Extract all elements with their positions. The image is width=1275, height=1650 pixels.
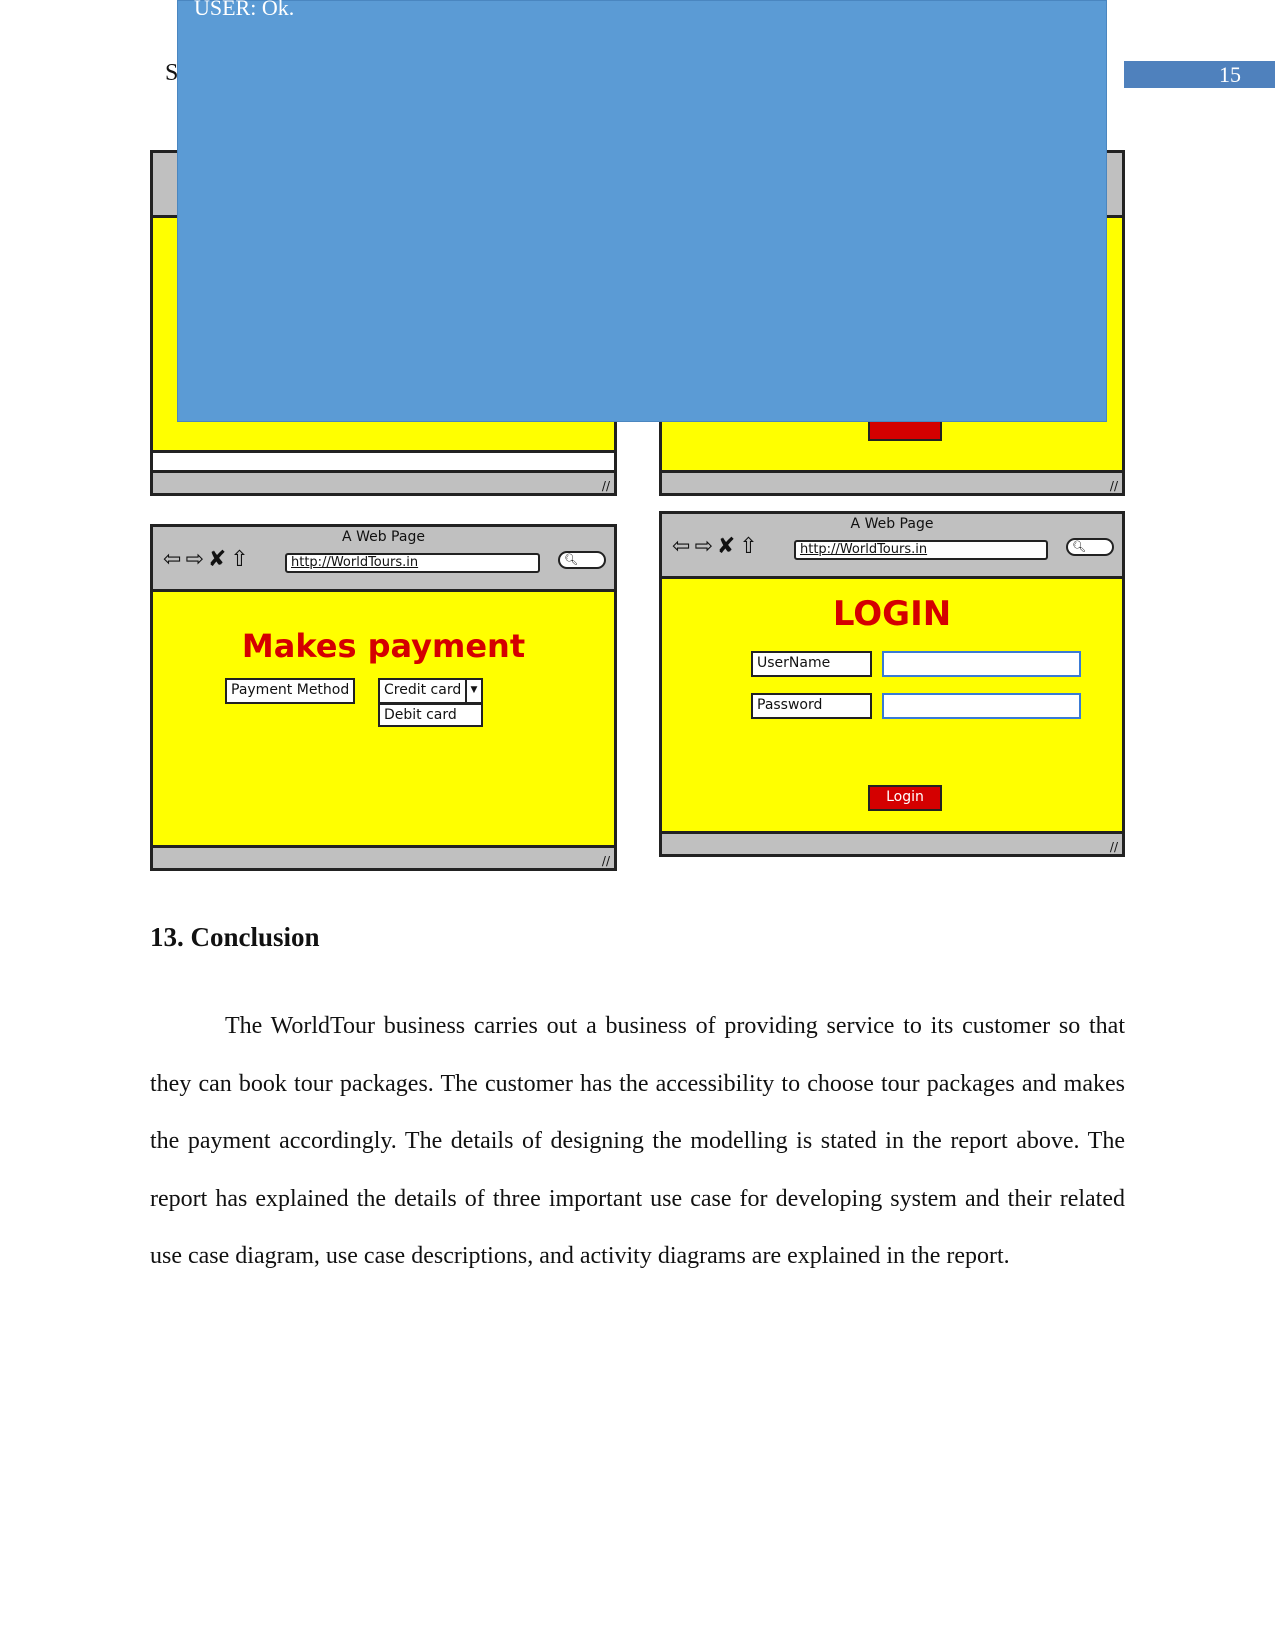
username-input: [882, 651, 1081, 677]
close-icon: ✘: [207, 547, 231, 572]
forward-arrow-icon: ⇨: [185, 547, 208, 572]
resize-grip-icon: //: [601, 854, 610, 868]
resize-grip-icon: //: [1109, 840, 1118, 854]
username-label: UserName: [751, 651, 872, 677]
url-field: http://WorldTours.in: [794, 540, 1048, 560]
browser-bar: A Web Page ⇦⇨✘⇧ http://WorldTours.in 🔍︎: [662, 514, 1122, 579]
search-icon: 🔍︎: [1066, 538, 1114, 556]
resize-grip-icon: //: [1109, 479, 1118, 493]
overlay-text: USER: Ok.: [194, 0, 295, 20]
resize-grip-icon: //: [601, 479, 610, 493]
payment-method-label: Payment Method: [225, 678, 355, 704]
home-icon: ⇧: [230, 547, 253, 572]
nav-icons: ⇦⇨✘⇧: [672, 534, 762, 559]
home-icon: ⇧: [739, 534, 762, 559]
status-bar: //: [662, 470, 1122, 493]
wireframe-payment: A Web Page ⇦⇨✘⇧ http://WorldTours.in 🔍︎ …: [150, 524, 617, 871]
back-arrow-icon: ⇦: [672, 534, 695, 559]
dropdown-option-credit: Credit card: [384, 682, 462, 698]
wireframe-login: A Web Page ⇦⇨✘⇧ http://WorldTours.in 🔍︎ …: [659, 511, 1125, 857]
window-title: A Web Page: [850, 516, 934, 532]
page-number: 15: [1124, 61, 1275, 88]
password-label: Password: [751, 693, 872, 719]
overlay-panel: USER: Ok.: [177, 0, 1107, 422]
url-field: http://WorldTours.in: [285, 553, 540, 573]
status-bar: //: [153, 845, 614, 868]
dropdown-option-debit: Debit card: [378, 703, 483, 727]
window-title: A Web Page: [342, 529, 425, 545]
status-bar: //: [153, 470, 614, 493]
section-heading: 13. Conclusion: [150, 922, 320, 952]
login-heading: LOGIN: [832, 594, 952, 634]
browser-bar: A Web Page ⇦⇨✘⇧ http://WorldTours.in 🔍︎: [153, 527, 614, 592]
payment-dropdown: Credit card ▼: [378, 678, 483, 704]
payment-heading: Makes payment: [241, 627, 526, 665]
status-bar: //: [662, 831, 1122, 854]
search-icon: 🔍︎: [558, 551, 606, 569]
forward-arrow-icon: ⇨: [694, 534, 717, 559]
document-page: S 15 // // A Web Page ⇦⇨✘⇧ http://WorldT…: [0, 0, 1275, 1650]
close-icon: ✘: [716, 534, 740, 559]
back-arrow-icon: ⇦: [163, 547, 186, 572]
login-button: Login: [868, 785, 942, 811]
conclusion-paragraph: The WorldTour business carries out a bus…: [150, 1013, 1125, 1270]
password-input: [882, 693, 1081, 719]
chevron-down-icon: ▼: [465, 680, 481, 702]
nav-icons: ⇦⇨✘⇧: [163, 547, 253, 572]
